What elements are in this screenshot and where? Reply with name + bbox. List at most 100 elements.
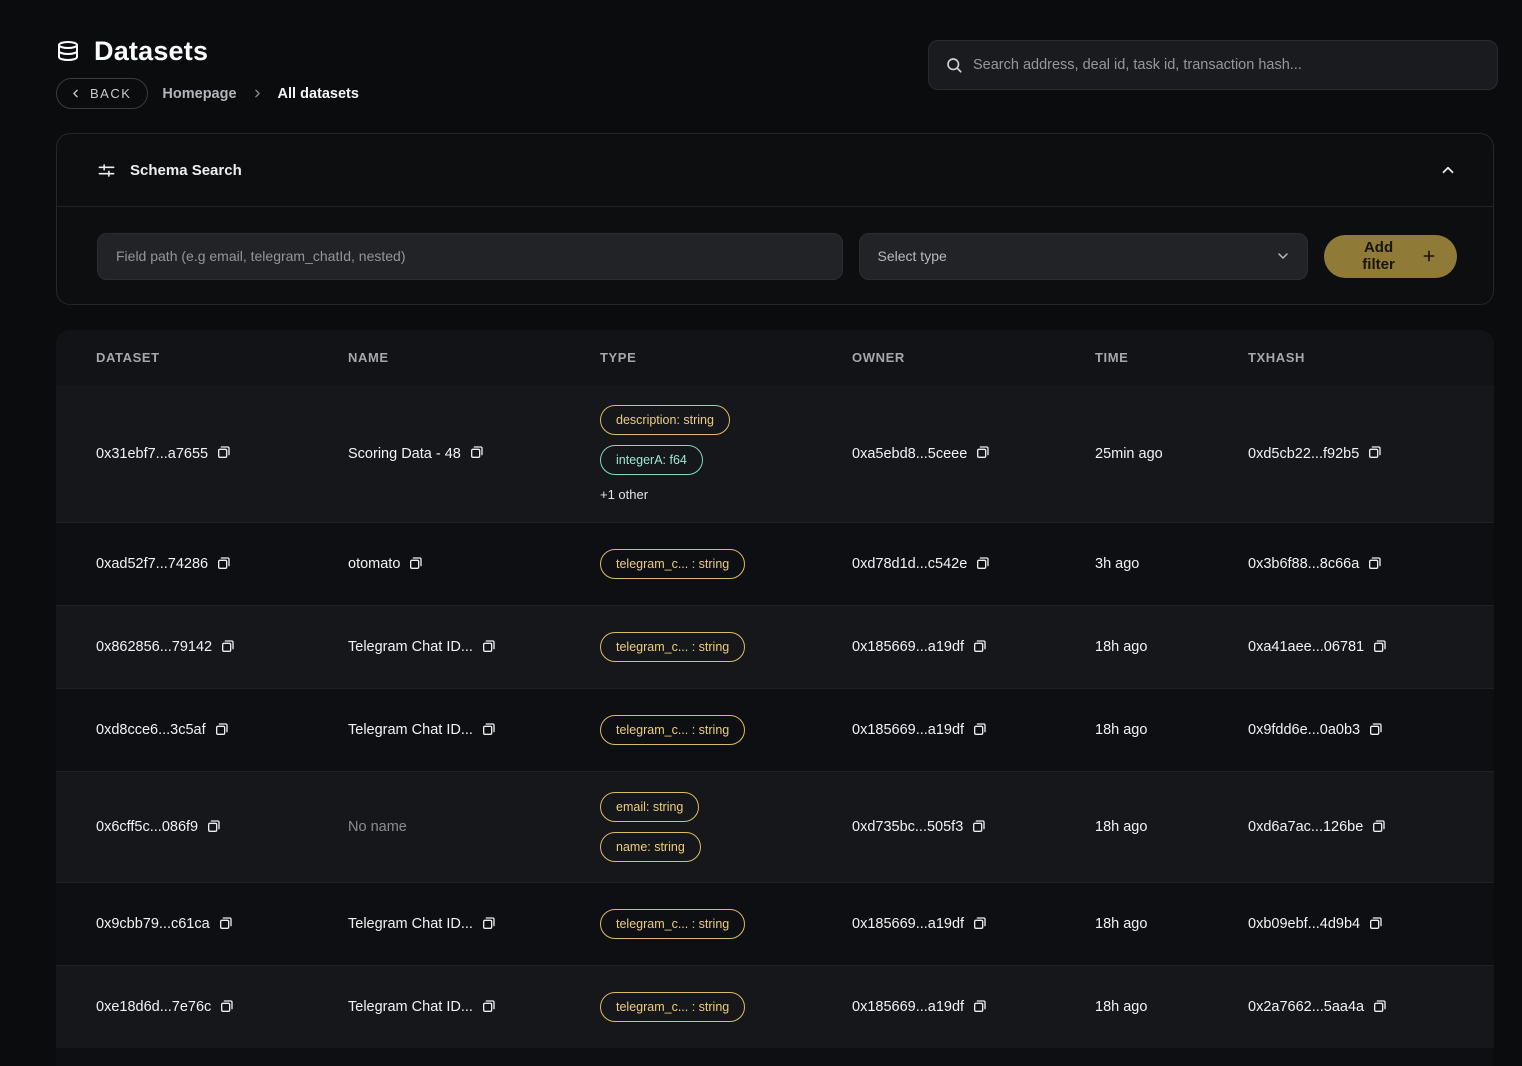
type-badge: telegram_c... : string: [600, 992, 745, 1022]
dataset-id: 0x31ebf7...a7655: [96, 446, 208, 462]
txhash-value: 0x3b6f88...8c66a: [1248, 556, 1359, 572]
owner-address: 0x185669...a19df: [852, 999, 964, 1015]
type-select-value: Select type: [878, 248, 947, 264]
copy-icon[interactable]: [216, 555, 232, 571]
copy-icon[interactable]: [975, 555, 991, 571]
column-header-name: NAME: [348, 350, 600, 365]
copy-icon[interactable]: [972, 998, 988, 1014]
copy-icon[interactable]: [972, 638, 988, 654]
owner-address: 0xa5ebd8...5ceee: [852, 446, 967, 462]
column-header-owner: OWNER: [852, 350, 1095, 365]
chevron-right-icon: [251, 87, 264, 100]
time-value: 18h ago: [1095, 722, 1147, 738]
dataset-cell: 0x6cff5c...086f9: [96, 819, 348, 835]
chevron-down-icon: [1275, 248, 1291, 264]
type-badge: description: string: [600, 405, 730, 435]
plus-icon: [1421, 248, 1437, 264]
time-cell: 18h ago: [1095, 916, 1248, 932]
page-title: Datasets: [94, 36, 208, 67]
table-body: 0x31ebf7...a7655 Scoring Data - 48 descr…: [56, 385, 1494, 1048]
search-input[interactable]: [973, 57, 1481, 73]
chevron-up-icon[interactable]: [1439, 161, 1457, 179]
table-row[interactable]: 0xad52f7...74286 otomato telegram_c... :…: [56, 522, 1494, 605]
copy-icon[interactable]: [1371, 818, 1387, 834]
type-cell: telegram_c... : string: [600, 632, 852, 662]
txhash-value: 0xb09ebf...4d9b4: [1248, 916, 1360, 932]
global-search[interactable]: [928, 40, 1498, 90]
table-row[interactable]: 0x6cff5c...086f9 No name email: stringna…: [56, 771, 1494, 882]
type-badge: integerA: f64: [600, 445, 703, 475]
owner-address: 0x185669...a19df: [852, 916, 964, 932]
table-row[interactable]: 0x31ebf7...a7655 Scoring Data - 48 descr…: [56, 385, 1494, 522]
table-row[interactable]: 0x9cbb79...c61ca Telegram Chat ID... tel…: [56, 882, 1494, 965]
copy-icon[interactable]: [481, 998, 497, 1014]
copy-icon[interactable]: [1372, 638, 1388, 654]
breadcrumb-all-datasets: All datasets: [278, 86, 359, 102]
copy-icon[interactable]: [1368, 915, 1384, 931]
copy-icon[interactable]: [216, 444, 232, 460]
schema-search-header[interactable]: Schema Search: [57, 134, 1493, 207]
time-value: 18h ago: [1095, 819, 1147, 835]
copy-icon[interactable]: [219, 998, 235, 1014]
name-cell: Telegram Chat ID...: [348, 999, 600, 1015]
copy-icon[interactable]: [1367, 444, 1383, 460]
type-badge: telegram_c... : string: [600, 909, 745, 939]
dataset-cell: 0x862856...79142: [96, 639, 348, 655]
column-header-type: TYPE: [600, 350, 852, 365]
add-filter-label: Add filter: [1346, 239, 1411, 273]
table-row[interactable]: 0xd8cce6...3c5af Telegram Chat ID... tel…: [56, 688, 1494, 771]
copy-icon[interactable]: [1368, 721, 1384, 737]
database-icon: [56, 39, 80, 65]
dataset-id: 0x862856...79142: [96, 639, 212, 655]
owner-cell: 0x185669...a19df: [852, 916, 1095, 932]
table-header-row: DATASET NAME TYPE OWNER TIME TXHASH: [56, 330, 1494, 385]
field-path-input[interactable]: [97, 233, 843, 280]
copy-icon[interactable]: [975, 444, 991, 460]
time-cell: 18h ago: [1095, 819, 1248, 835]
dataset-name: Telegram Chat ID...: [348, 722, 473, 738]
txhash-cell: 0xd6a7ac...126be: [1248, 819, 1494, 835]
txhash-cell: 0xd5cb22...f92b5: [1248, 446, 1494, 462]
add-filter-button[interactable]: Add filter: [1324, 235, 1457, 278]
copy-icon[interactable]: [1367, 555, 1383, 571]
copy-icon[interactable]: [469, 444, 485, 460]
schema-search-panel: Schema Search Select type Add filter: [56, 133, 1494, 305]
copy-icon[interactable]: [481, 638, 497, 654]
copy-icon[interactable]: [972, 721, 988, 737]
txhash-cell: 0x3b6f88...8c66a: [1248, 556, 1494, 572]
owner-cell: 0x185669...a19df: [852, 639, 1095, 655]
copy-icon[interactable]: [481, 915, 497, 931]
owner-address: 0x185669...a19df: [852, 722, 964, 738]
txhash-cell: 0xb09ebf...4d9b4: [1248, 916, 1494, 932]
column-header-txhash: TXHASH: [1248, 350, 1494, 365]
table-row[interactable]: 0x862856...79142 Telegram Chat ID... tel…: [56, 605, 1494, 688]
dataset-name: Telegram Chat ID...: [348, 999, 473, 1015]
copy-icon[interactable]: [481, 721, 497, 737]
column-header-time: TIME: [1095, 350, 1248, 365]
copy-icon[interactable]: [1372, 998, 1388, 1014]
column-header-dataset: DATASET: [96, 350, 348, 365]
dataset-id: 0xe18d6d...7e76c: [96, 999, 211, 1015]
copy-icon[interactable]: [214, 721, 230, 737]
copy-icon[interactable]: [220, 638, 236, 654]
copy-icon[interactable]: [206, 818, 222, 834]
copy-icon[interactable]: [408, 555, 424, 571]
type-cell: telegram_c... : string: [600, 909, 852, 939]
type-select[interactable]: Select type: [859, 233, 1309, 280]
table-row[interactable]: 0xe18d6d...7e76c Telegram Chat ID... tel…: [56, 965, 1494, 1048]
copy-icon[interactable]: [218, 915, 234, 931]
dataset-id: 0x9cbb79...c61ca: [96, 916, 210, 932]
time-value: 3h ago: [1095, 556, 1139, 572]
txhash-value: 0x2a7662...5aa4a: [1248, 999, 1364, 1015]
chevron-left-icon: [69, 87, 82, 100]
owner-cell: 0x185669...a19df: [852, 722, 1095, 738]
copy-icon[interactable]: [971, 818, 987, 834]
dataset-cell: 0x9cbb79...c61ca: [96, 916, 348, 932]
owner-address: 0xd735bc...505f3: [852, 819, 963, 835]
copy-icon[interactable]: [972, 915, 988, 931]
time-value: 18h ago: [1095, 916, 1147, 932]
page-header: Datasets: [56, 36, 208, 67]
breadcrumb-homepage[interactable]: Homepage: [162, 86, 236, 102]
back-button[interactable]: BACK: [56, 78, 148, 109]
datasets-table: DATASET NAME TYPE OWNER TIME TXHASH 0x31…: [56, 330, 1494, 1066]
